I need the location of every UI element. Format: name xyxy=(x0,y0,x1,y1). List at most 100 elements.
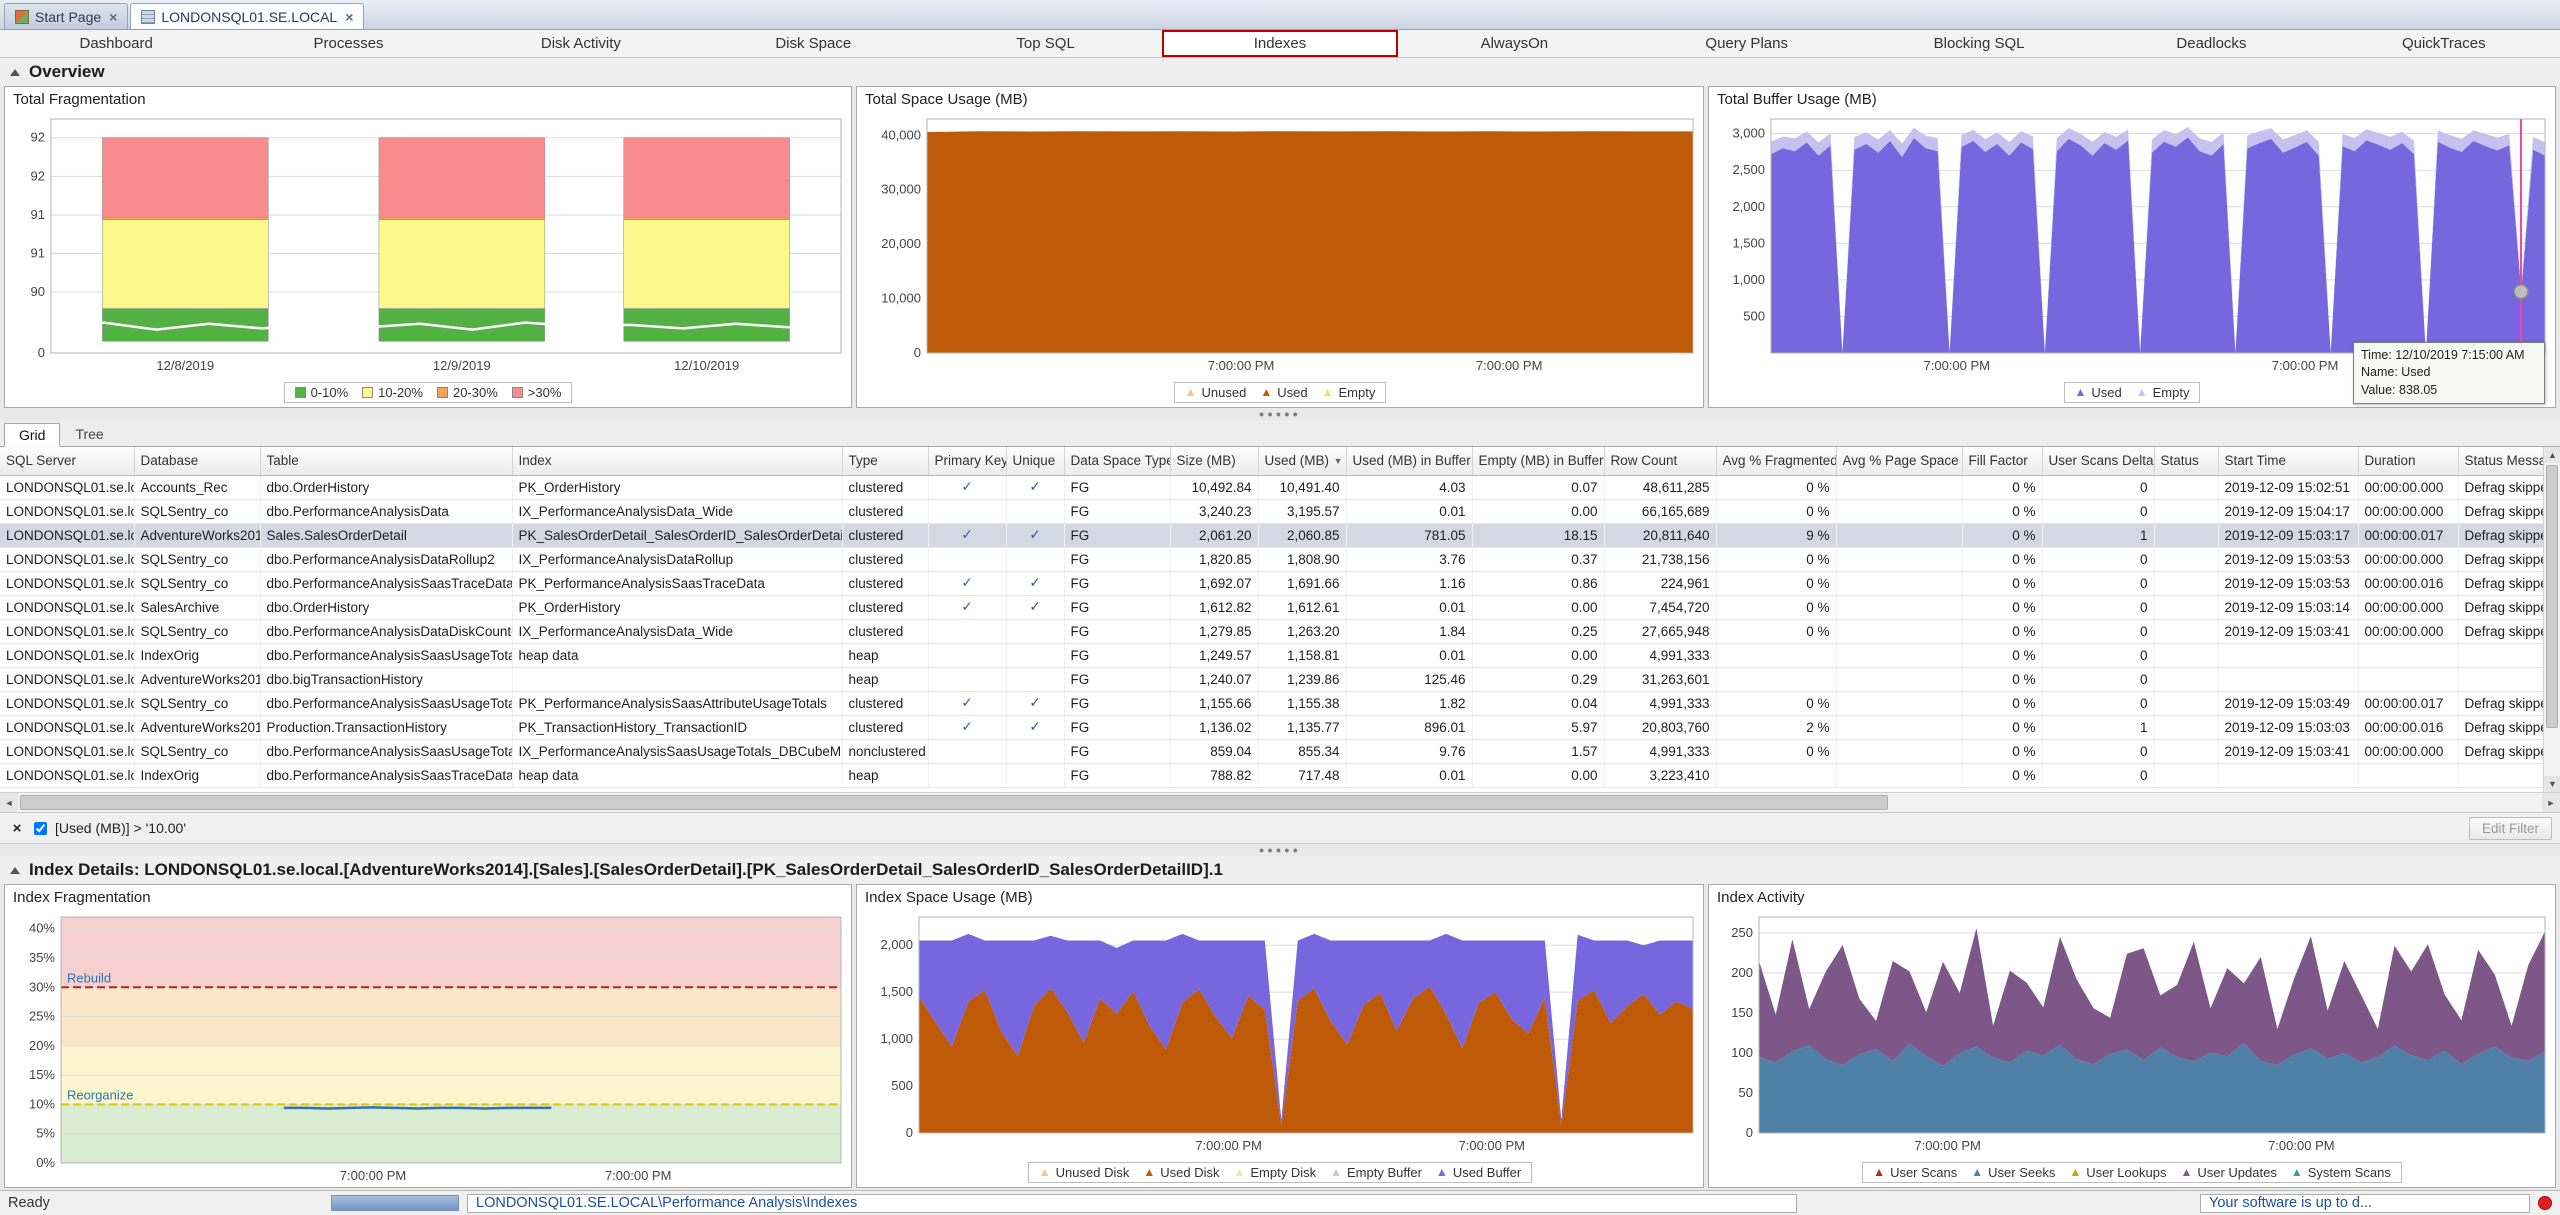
svg-text:2,500: 2,500 xyxy=(1732,162,1765,177)
view-tab-disk-activity[interactable]: Disk Activity xyxy=(465,30,697,57)
table-row[interactable]: LONDONSQL01.se.localSQLSentry_codbo.Perf… xyxy=(0,739,2543,763)
table-row[interactable]: LONDONSQL01.se.localAdventureWorks2014db… xyxy=(0,667,2543,691)
view-tab-blocking-sql[interactable]: Blocking SQL xyxy=(1863,30,2095,57)
scroll-right-icon[interactable]: ► xyxy=(2542,793,2560,812)
table-cell: 2019-12-09 15:03:14 xyxy=(2218,595,2358,619)
table-cell: 0 % xyxy=(1962,499,2042,523)
table-row[interactable]: LONDONSQL01.se.localIndexOrigdbo.Perform… xyxy=(0,643,2543,667)
table-cell: 4.03 xyxy=(1346,475,1472,499)
status-path[interactable]: LONDONSQL01.SE.LOCAL\Performance Analysi… xyxy=(467,1194,1797,1213)
total-fragmentation-chart[interactable]: 0909191929212/8/201912/9/201912/10/2019 xyxy=(5,111,851,377)
index-activity-chart[interactable]: 0501001502002507:00:00 PM7:00:00 PM xyxy=(1709,909,2555,1157)
scroll-left-icon[interactable]: ◄ xyxy=(0,793,18,812)
table-cell: 0 xyxy=(2042,691,2154,715)
column-header[interactable]: Database xyxy=(134,447,260,475)
column-header[interactable]: Duration xyxy=(2358,447,2458,475)
vscroll-track[interactable] xyxy=(2544,463,2560,776)
table-row[interactable]: LONDONSQL01.se.localSQLSentry_codbo.Perf… xyxy=(0,499,2543,523)
collapse-icon[interactable] xyxy=(10,867,20,874)
table-cell: 717.48 xyxy=(1258,763,1346,787)
index-space-usage-chart[interactable]: 05001,0001,5002,0007:00:00 PM7:00:00 PM xyxy=(857,909,1703,1157)
table-row[interactable]: LONDONSQL01.se.localSQLSentry_codbo.Perf… xyxy=(0,619,2543,643)
legend-item: ▲User Updates xyxy=(2180,1165,2276,1180)
view-tab-processes[interactable]: Processes xyxy=(232,30,464,57)
legend-marker-icon: ▲ xyxy=(1185,386,1197,398)
table-row[interactable]: LONDONSQL01.se.localSQLSentry_codbo.Perf… xyxy=(0,571,2543,595)
table-row[interactable]: LONDONSQL01.se.localAdventureWorks2014Pr… xyxy=(0,715,2543,739)
table-row[interactable]: LONDONSQL01.se.localIndexOrigdbo.Perform… xyxy=(0,763,2543,787)
column-header[interactable]: Used (MB)▼ xyxy=(1258,447,1346,475)
column-header[interactable]: Primary Key xyxy=(928,447,1006,475)
vscroll-thumb[interactable] xyxy=(2546,465,2558,728)
column-header[interactable]: Avg % Fragmented xyxy=(1716,447,1836,475)
horizontal-scrollbar[interactable]: ◄ ► xyxy=(0,792,2560,812)
column-header[interactable]: Unique xyxy=(1006,447,1064,475)
update-status-message[interactable]: Your software is up to d... xyxy=(2200,1194,2530,1213)
table-cell xyxy=(928,763,1006,787)
view-tab-quicktraces[interactable]: QuickTraces xyxy=(2328,30,2560,57)
close-tab-icon[interactable]: × xyxy=(109,11,117,23)
view-tab-alwayson[interactable]: AlwaysOn xyxy=(1398,30,1630,57)
column-header[interactable]: Status Message xyxy=(2458,447,2543,475)
column-header[interactable]: Table xyxy=(260,447,512,475)
grid-view-tab-grid[interactable]: Grid xyxy=(4,423,60,447)
table-cell: 0 % xyxy=(1962,763,2042,787)
chart-title: Total Space Usage (MB) xyxy=(857,87,1703,111)
table-row[interactable]: LONDONSQL01.se.localAccounts_Recdbo.Orde… xyxy=(0,475,2543,499)
legend-marker-icon: ▲ xyxy=(1234,1166,1246,1178)
document-tab-start-page[interactable]: Start Page × xyxy=(4,3,128,29)
column-header[interactable]: Empty (MB) in Buffer xyxy=(1472,447,1604,475)
remove-filter-button[interactable]: × xyxy=(8,820,26,837)
document-tab-londonsql01-se-local[interactable]: LONDONSQL01.SE.LOCAL× xyxy=(130,3,364,29)
table-row[interactable]: LONDONSQL01.se.localSQLSentry_codbo.Perf… xyxy=(0,691,2543,715)
column-header[interactable]: Avg % Page Space Used xyxy=(1836,447,1962,475)
table-row[interactable]: LONDONSQL01.se.localAdventureWorks2014Sa… xyxy=(0,523,2543,547)
close-tab-icon[interactable]: × xyxy=(345,11,353,23)
column-header[interactable]: Index xyxy=(512,447,842,475)
column-header[interactable]: User Scans Delta xyxy=(2042,447,2154,475)
hscroll-thumb[interactable] xyxy=(20,795,1888,810)
edit-filter-button[interactable]: Edit Filter xyxy=(2469,817,2552,840)
total-space-usage-chart[interactable]: 010,00020,00030,00040,0007:00:00 PM7:00:… xyxy=(857,111,1703,377)
horizontal-splitter[interactable]: ●●●●● xyxy=(0,408,2560,420)
notification-dot-icon[interactable] xyxy=(2538,1196,2552,1210)
table-cell xyxy=(2154,595,2218,619)
scroll-down-icon[interactable]: ▼ xyxy=(2544,776,2560,792)
table-cell: 2,060.85 xyxy=(1258,523,1346,547)
column-header[interactable]: Fill Factor xyxy=(1962,447,2042,475)
view-tab-top-sql[interactable]: Top SQL xyxy=(929,30,1161,57)
tab-label: Start Page xyxy=(35,9,101,25)
total-buffer-usage-chart[interactable]: 5001,0001,5002,0002,5003,0007:00:00 PM7:… xyxy=(1709,111,2555,377)
horizontal-splitter[interactable]: ●●●●● xyxy=(0,844,2560,856)
filter-expression[interactable]: [Used (MB)] > '10.00' xyxy=(55,820,2461,836)
hscroll-track[interactable] xyxy=(18,793,2542,812)
table-cell: 1,612.82 xyxy=(1170,595,1258,619)
server-icon xyxy=(141,10,155,24)
chart-legend: ▲Used▲Empty xyxy=(2064,382,2201,403)
view-tab-dashboard[interactable]: Dashboard xyxy=(0,30,232,57)
index-fragmentation-chart[interactable]: 0%5%10%15%20%25%30%35%40%RebuildReorgani… xyxy=(5,909,851,1187)
table-cell xyxy=(2358,763,2458,787)
column-header[interactable]: SQL Server xyxy=(0,447,134,475)
scroll-up-icon[interactable]: ▲ xyxy=(2544,447,2560,463)
column-header[interactable]: Data Space Type xyxy=(1064,447,1170,475)
view-tab-indexes[interactable]: Indexes xyxy=(1162,30,1398,57)
view-tab-deadlocks[interactable]: Deadlocks xyxy=(2095,30,2327,57)
column-header[interactable]: Status xyxy=(2154,447,2218,475)
column-header[interactable]: Start Time xyxy=(2218,447,2358,475)
column-header[interactable]: Used (MB) in Buffer xyxy=(1346,447,1472,475)
view-tab-query-plans[interactable]: Query Plans xyxy=(1631,30,1863,57)
grid-view-tab-tree[interactable]: Tree xyxy=(60,422,118,446)
collapse-icon[interactable] xyxy=(10,69,20,76)
table-row[interactable]: LONDONSQL01.se.localSQLSentry_codbo.Perf… xyxy=(0,547,2543,571)
table-cell: FG xyxy=(1064,643,1170,667)
table-row[interactable]: LONDONSQL01.se.localSalesArchivedbo.Orde… xyxy=(0,595,2543,619)
table-cell: 0 % xyxy=(1962,595,2042,619)
column-header[interactable]: Size (MB) xyxy=(1170,447,1258,475)
column-header[interactable]: Row Count xyxy=(1604,447,1716,475)
filter-enabled-checkbox[interactable] xyxy=(34,822,47,835)
table-cell: Sales.SalesOrderDetail xyxy=(260,523,512,547)
view-tab-disk-space[interactable]: Disk Space xyxy=(697,30,929,57)
vertical-scrollbar[interactable]: ▲ ▼ xyxy=(2543,447,2560,792)
column-header[interactable]: Type xyxy=(842,447,928,475)
